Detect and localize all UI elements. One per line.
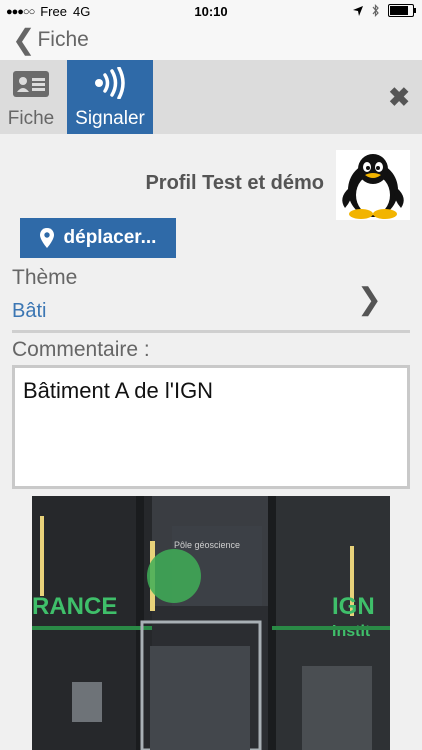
move-location-button[interactable]: déplacer... xyxy=(20,218,176,258)
comment-label: Commentaire : xyxy=(12,338,150,361)
attached-photo[interactable]: Pôle géoscience RANCE IGN Instit xyxy=(32,496,390,750)
chevron-right-icon: ❯ xyxy=(356,283,382,316)
profile-name: Profil Test et démo xyxy=(145,172,324,194)
theme-value: Bâti xyxy=(12,300,47,322)
chevron-left-icon: ❮ xyxy=(12,24,36,55)
tab-fiche[interactable]: Fiche xyxy=(0,60,62,134)
theme-field[interactable]: Thème Bâti ❯ xyxy=(12,266,410,333)
tab-fiche-label: Fiche xyxy=(7,108,55,129)
tab-signaler-label: Signaler xyxy=(75,108,145,129)
move-location-label: déplacer... xyxy=(63,227,157,248)
map-pin-icon xyxy=(39,228,54,248)
tab-signaler[interactable]: Signaler xyxy=(67,60,153,134)
penguin-avatar-icon xyxy=(342,154,404,219)
id-card-icon xyxy=(13,71,49,97)
theme-label: Thème xyxy=(12,266,78,289)
battery-icon xyxy=(388,4,416,17)
location-arrow-icon xyxy=(353,5,363,16)
tab-bar: Fiche Signaler ✖ xyxy=(0,60,422,134)
back-button[interactable]: ❮ Fiche xyxy=(12,26,89,54)
photo-sign-right-sub: Instit xyxy=(332,623,371,640)
nav-bar: ❮ Fiche xyxy=(0,22,422,60)
photo-sign-right: IGN xyxy=(332,593,375,620)
close-icon: ✖ xyxy=(388,82,410,112)
comment-textarea[interactable]: Bâtiment A de l'IGN xyxy=(12,365,410,489)
back-label: Fiche xyxy=(37,28,89,51)
avatar xyxy=(336,150,410,220)
photo-sign-left: RANCE xyxy=(32,593,117,620)
bluetooth-icon xyxy=(372,4,379,17)
status-right xyxy=(352,4,416,17)
comment-value: Bâtiment A de l'IGN xyxy=(23,378,214,403)
broadcast-signal-icon xyxy=(95,67,125,99)
status-bar: ●●●○○ Free 4G 10:10 xyxy=(0,0,422,22)
profile-header: Profil Test et démo xyxy=(0,150,422,220)
photo-sign-center: Pôle géoscience xyxy=(174,540,240,550)
close-button[interactable]: ✖ xyxy=(388,82,410,113)
building-photo: Pôle géoscience RANCE IGN Instit xyxy=(32,496,390,750)
